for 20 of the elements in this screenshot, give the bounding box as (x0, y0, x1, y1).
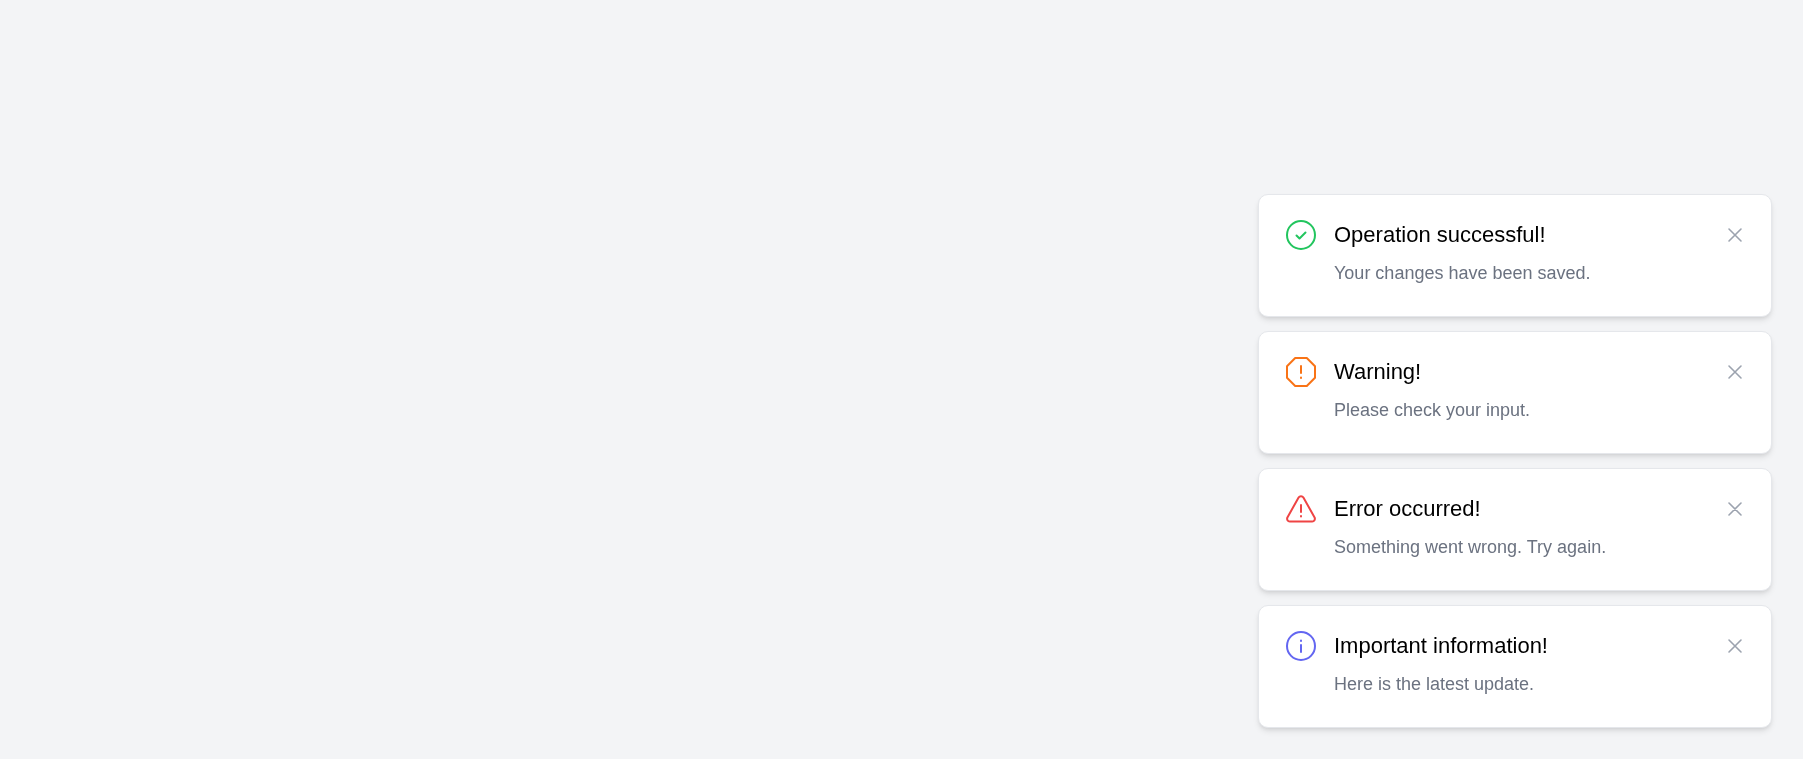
toast-title: Important information! (1334, 632, 1548, 660)
close-icon (1727, 227, 1743, 243)
close-icon (1727, 638, 1743, 654)
toast-title: Warning! (1334, 358, 1423, 386)
close-button[interactable] (1725, 499, 1745, 519)
close-button[interactable] (1725, 362, 1745, 382)
close-button[interactable] (1725, 636, 1745, 656)
toast-message: Something went wrong. Try again. (1334, 536, 1607, 559)
toast-title: Error occurred! (1334, 495, 1482, 523)
toast-message: Your changes have been saved. (1334, 262, 1591, 285)
check-circle-icon (1285, 219, 1317, 251)
close-icon (1727, 364, 1743, 380)
toast-message: Please check your input. (1334, 399, 1531, 422)
info-icon (1285, 630, 1317, 662)
toast-message: Here is the latest update. (1334, 673, 1536, 696)
octagon-alert-icon (1285, 356, 1317, 388)
close-icon (1727, 501, 1743, 517)
warning-triangle-icon (1285, 493, 1317, 525)
close-button[interactable] (1725, 225, 1745, 245)
toast-title: Operation successful! (1334, 221, 1547, 249)
